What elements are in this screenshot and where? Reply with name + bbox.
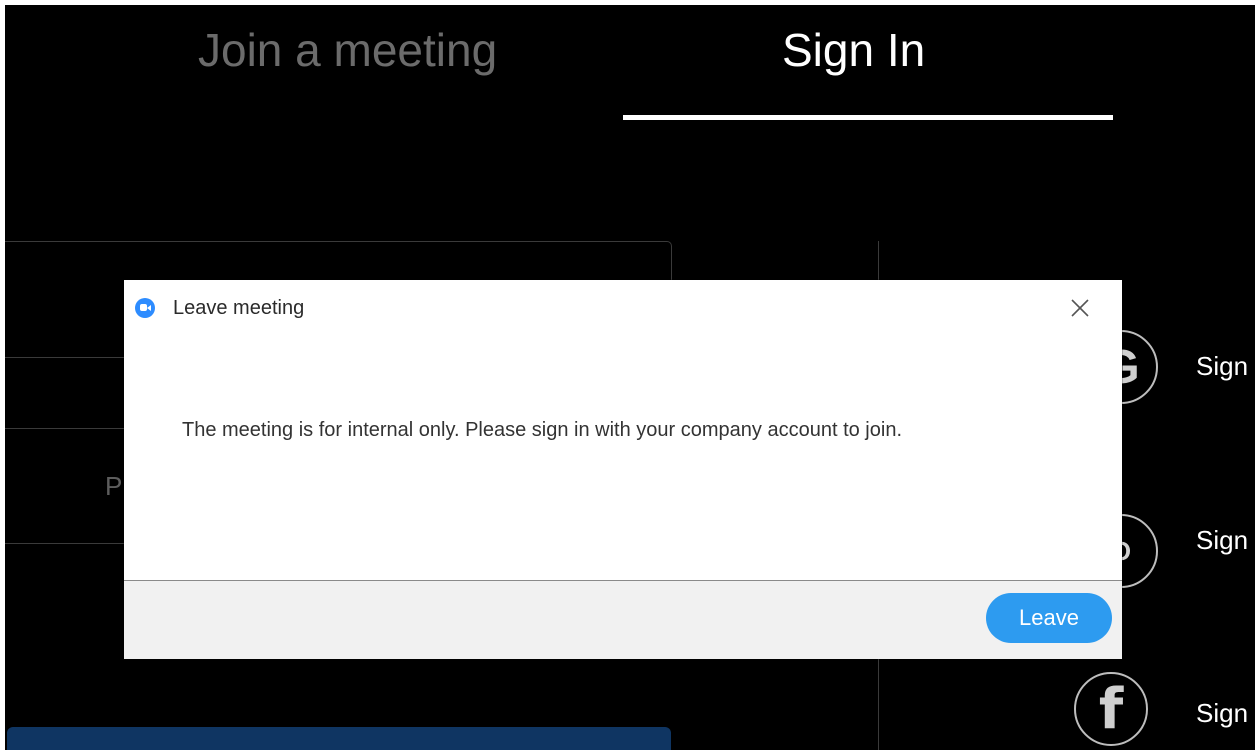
close-icon[interactable]: [1068, 296, 1092, 320]
leave-button[interactable]: Leave: [986, 593, 1112, 643]
dialog-message: The meeting is for internal only. Please…: [182, 419, 902, 441]
password-field-placeholder[interactable]: P: [105, 471, 122, 502]
dialog-footer: Leave: [124, 580, 1122, 659]
tab-sign-in[interactable]: Sign In: [782, 22, 925, 78]
dialog-title: Leave meeting: [173, 297, 305, 319]
sign-in-with-google-label[interactable]: Sign: [1196, 351, 1248, 382]
leave-meeting-dialog: Leave meeting The meeting is for interna…: [124, 280, 1122, 659]
facebook-icon[interactable]: f: [1074, 672, 1148, 746]
sign-in-with-sso-label[interactable]: Sign: [1196, 525, 1248, 556]
sign-in-with-facebook-label[interactable]: Sign: [1196, 698, 1248, 729]
zoom-logo-icon: [135, 298, 155, 318]
tab-join-meeting[interactable]: Join a meeting: [198, 22, 497, 78]
dialog-titlebar: Leave meeting: [124, 280, 1122, 340]
sign-in-button[interactable]: [7, 727, 671, 750]
active-tab-indicator: [623, 115, 1113, 120]
